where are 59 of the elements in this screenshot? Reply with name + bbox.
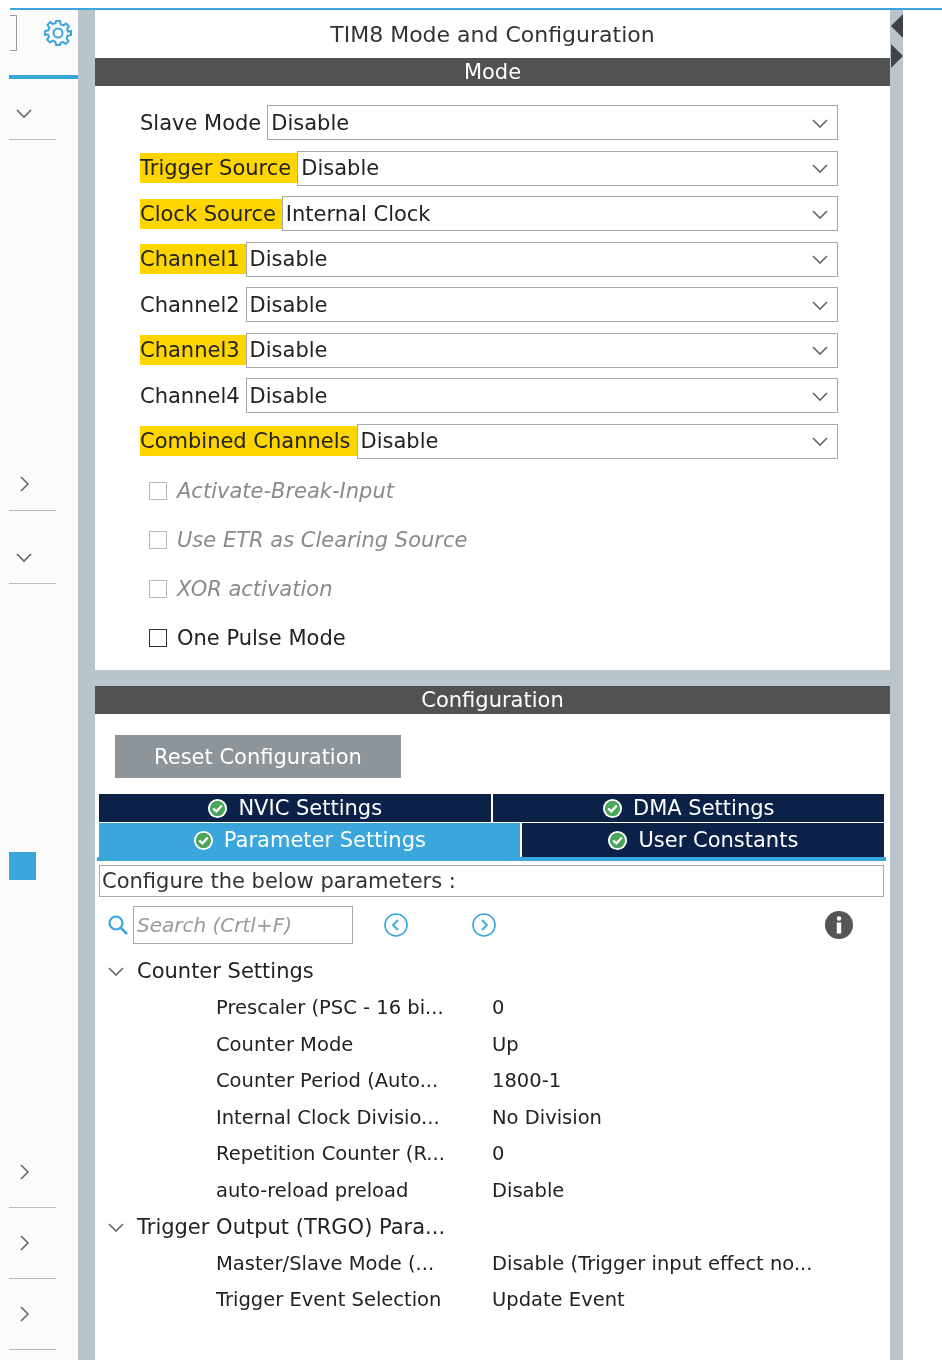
- parameter-name: Counter Period (Auto...: [216, 1069, 440, 1093]
- parameter-value: 1800-1: [492, 1069, 563, 1093]
- parameter-name: Repetition Counter (R...: [216, 1142, 446, 1166]
- section-header: Configuration: [95, 686, 890, 714]
- field-label: Clock Source: [140, 198, 282, 229]
- checkbox-label: One Pulse Mode: [177, 625, 346, 650]
- parameter-name: Trigger Event Selection: [216, 1288, 443, 1312]
- parameter-value: 0: [492, 996, 506, 1020]
- parameter-value: 0: [492, 1142, 506, 1166]
- dropdown[interactable]: Disable: [245, 332, 838, 368]
- window-title: TIM8 Mode and Configuration: [329, 20, 656, 49]
- search-icon: [107, 914, 129, 936]
- check-circle-icon: [607, 829, 629, 851]
- tab[interactable]: User Constants: [521, 823, 884, 857]
- dropdown[interactable]: Disable: [245, 378, 838, 414]
- parameter-name: Counter Mode: [216, 1032, 355, 1056]
- section-header: Mode: [95, 58, 890, 86]
- parameter-value: Disable (Trigger input effect no...: [492, 1251, 814, 1275]
- tab[interactable]: DMA Settings: [492, 794, 884, 822]
- selection-bar: [9, 75, 78, 79]
- parameter-name: auto-reload preload: [216, 1178, 410, 1202]
- search-field[interactable]: Search (Crtl+F): [133, 906, 353, 944]
- field-label: Combined Channels: [140, 426, 357, 457]
- dropdown[interactable]: Disable: [245, 241, 838, 277]
- field-label: Channel1: [140, 244, 246, 275]
- settings-icon[interactable]: [43, 17, 73, 48]
- tab[interactable]: NVIC Settings: [99, 794, 491, 822]
- parameter-name: Internal Clock Divisio...: [216, 1105, 441, 1129]
- field-label: Slave Mode: [140, 109, 263, 137]
- checkbox-label: XOR activation: [177, 576, 333, 601]
- dropdown[interactable]: Disable: [245, 287, 838, 323]
- info-icon[interactable]: [824, 910, 854, 940]
- parameter-value: Disable: [492, 1178, 566, 1202]
- parameter-name: Master/Slave Mode (...: [216, 1251, 436, 1275]
- check-circle-icon: [207, 797, 229, 819]
- dropdown[interactable]: Internal Clock: [281, 196, 838, 232]
- status-square: [9, 852, 36, 880]
- dropdown[interactable]: Disable: [297, 150, 838, 186]
- checkbox-label: Activate-Break-Input: [177, 478, 394, 503]
- parameter-name: Prescaler (PSC - 16 bi...: [216, 996, 445, 1020]
- next-icon[interactable]: [471, 912, 497, 938]
- field-edge: [10, 14, 17, 51]
- field-label: Trigger Source: [140, 153, 298, 184]
- group-title: Trigger Output (TRGO) Para...: [137, 1214, 446, 1239]
- description-text: Configure the below parameters :: [99, 865, 884, 897]
- check-circle-icon: [192, 829, 214, 851]
- checkbox-label: Use ETR as Clearing Source: [177, 527, 468, 552]
- dropdown[interactable]: Disable: [356, 423, 838, 459]
- dropdown[interactable]: Disable: [267, 105, 838, 141]
- checkbox[interactable]: [149, 628, 167, 647]
- parameter-value: Update Event: [492, 1288, 626, 1312]
- check-circle-icon: [602, 797, 623, 819]
- previous-icon[interactable]: [383, 912, 409, 938]
- group-title: Counter Settings: [137, 959, 314, 984]
- field-label: Channel3: [140, 335, 246, 366]
- parameter-value: Up: [492, 1032, 520, 1056]
- parameter-value: No Division: [492, 1105, 603, 1129]
- field-label: Channel4: [140, 382, 241, 410]
- field-label: Channel2: [140, 291, 241, 319]
